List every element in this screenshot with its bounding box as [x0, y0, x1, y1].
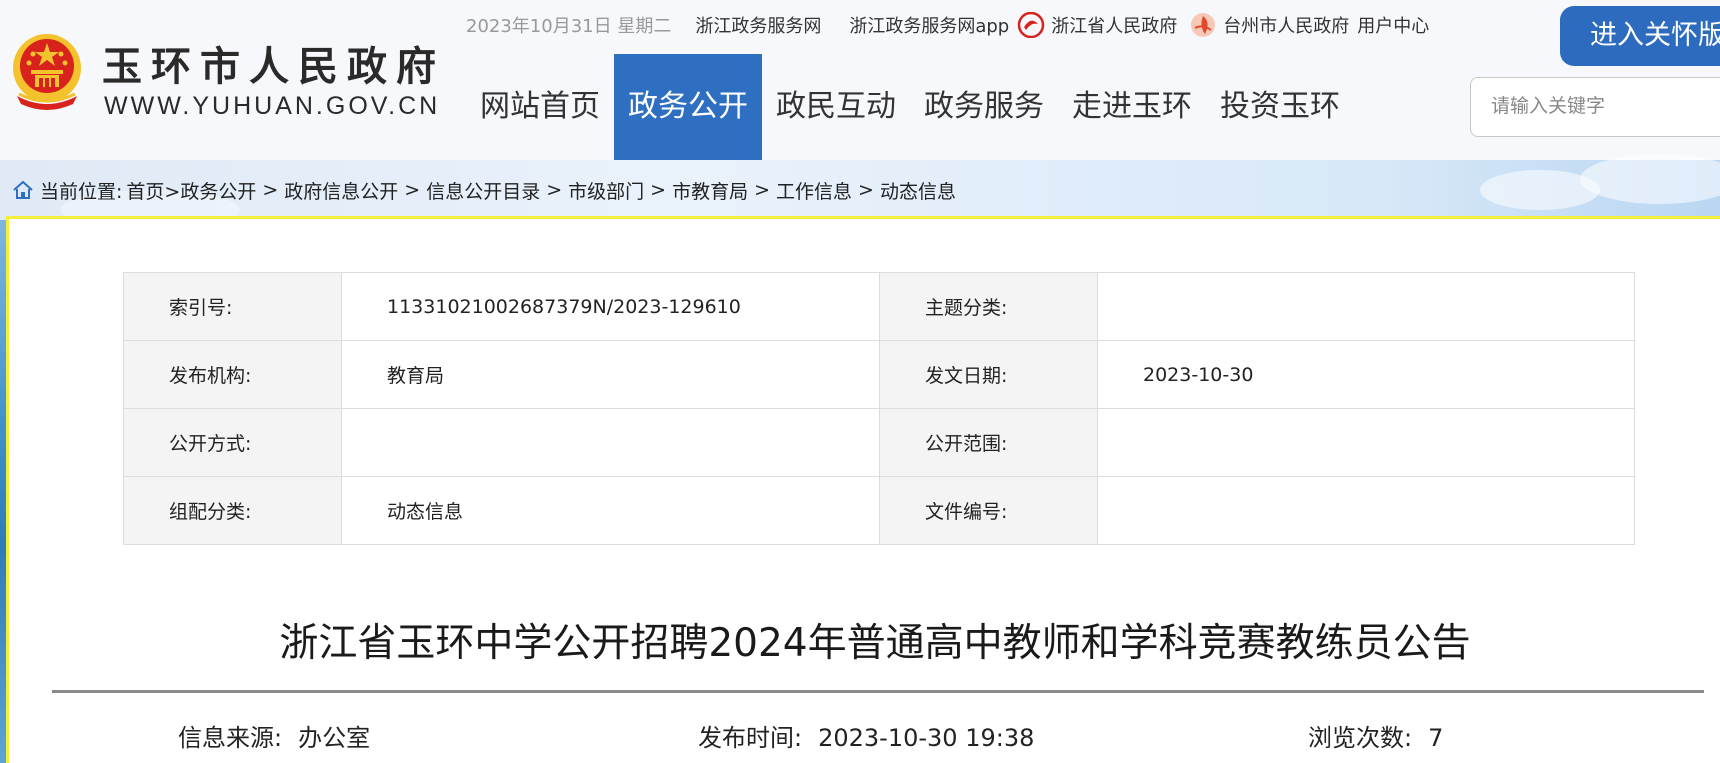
issue-date-label: 发文日期: — [879, 340, 1098, 409]
topic-value — [1097, 272, 1635, 341]
breadcrumb-separator: > — [262, 179, 279, 201]
info-publish-time: 发布时间: 2023-10-30 19:38 — [698, 718, 1034, 753]
care-mode-button[interactable]: 进入关怀版 — [1560, 6, 1720, 66]
info-source-value: 办公室 — [298, 724, 371, 752]
nav-gov-services[interactable]: 政务服务 — [910, 54, 1058, 160]
search-input[interactable] — [1470, 77, 1720, 137]
zhejiang-gov-logo-icon — [1017, 12, 1045, 38]
breadcrumb-label: 当前位置: — [40, 180, 123, 203]
breadcrumb-separator: > — [546, 179, 563, 201]
national-emblem-icon[interactable] — [9, 30, 85, 112]
tz-gov-link[interactable]: 台州市人民政府 — [1223, 12, 1349, 38]
breadcrumb-separator: > — [404, 179, 421, 201]
category-label: 组配分类: — [123, 476, 342, 545]
info-view-count: 浏览次数: 7 — [1308, 718, 1443, 753]
taizhou-gov-logo-icon — [1191, 13, 1216, 37]
open-scope-value — [1097, 408, 1635, 477]
breadcrumb-info-catalog[interactable]: 信息公开目录 — [426, 177, 540, 204]
nav-interaction[interactable]: 政民互动 — [762, 54, 910, 160]
nav-gov-affairs-open[interactable]: 政务公开 — [614, 54, 762, 160]
breadcrumb: 当前位置: 首页> 政务公开 > 政府信息公开 > 信息公开目录 > 市级部门 … — [12, 176, 956, 204]
table-row: 发布机构: 教育局 发文日期: 2023-10-30 — [123, 340, 1635, 409]
current-date: 2023年10月31日 星期二 — [466, 16, 672, 37]
main-nav: 网站首页 政务公开 政民互动 政务服务 走进玉环 投资玉环 — [466, 54, 1354, 160]
site-header: 玉环市人民政府 WWW.YUHUAN.GOV.CN 2023年10月31日 星期… — [0, 0, 1720, 160]
zj-service-app-link[interactable]: 浙江政务服务网app — [849, 12, 1009, 38]
breadcrumb-education-bureau[interactable]: 市教育局 — [672, 177, 748, 204]
info-time-label: 发布时间: — [698, 724, 803, 752]
open-method-label: 公开方式: — [123, 408, 342, 477]
table-row: 公开方式: 公开范围: — [123, 408, 1635, 477]
table-row: 索引号: 11331021002687379N/2023-129610 主题分类… — [123, 272, 1635, 341]
doc-no-label: 文件编号: — [879, 476, 1098, 545]
site-name[interactable]: 玉环市人民政府 — [102, 34, 445, 92]
breadcrumb-gov-info-open[interactable]: 政府信息公开 — [284, 177, 398, 204]
open-method-value — [341, 408, 880, 477]
zj-gov-link[interactable]: 浙江省人民政府 — [1051, 12, 1177, 38]
breadcrumb-separator: > — [858, 179, 874, 201]
topic-label: 主题分类: — [879, 272, 1098, 341]
breadcrumb-separator: > — [650, 179, 667, 201]
zj-service-link[interactable]: 浙江政务服务网 — [695, 12, 821, 38]
breadcrumb-dynamic-info[interactable]: 动态信息 — [880, 177, 956, 204]
publisher-value: 教育局 — [341, 340, 880, 409]
info-time-value: 2023-10-30 19:38 — [818, 724, 1035, 752]
site-domain: WWW.YUHUAN.GOV.CN — [104, 92, 441, 120]
index-no-value: 11331021002687379N/2023-129610 — [341, 272, 880, 341]
issue-date-value: 2023-10-30 — [1097, 340, 1635, 409]
document-meta-table: 索引号: 11331021002687379N/2023-129610 主题分类… — [123, 272, 1635, 545]
index-no-label: 索引号: — [123, 272, 342, 341]
nav-home[interactable]: 网站首页 — [466, 54, 614, 160]
category-value: 动态信息 — [341, 476, 880, 545]
info-views-value: 7 — [1428, 724, 1444, 752]
doc-no-value — [1097, 476, 1635, 545]
nav-about-yuhuan[interactable]: 走进玉环 — [1058, 54, 1206, 160]
info-source: 信息来源: 办公室 — [178, 718, 370, 753]
title-divider — [52, 690, 1704, 693]
nav-invest-yuhuan[interactable]: 投资玉环 — [1206, 54, 1354, 160]
info-source-label: 信息来源: — [178, 724, 283, 752]
breadcrumb-work-info[interactable]: 工作信息 — [776, 177, 852, 204]
table-row: 组配分类: 动态信息 文件编号: — [123, 476, 1635, 545]
breadcrumb-city-departments[interactable]: 市级部门 — [568, 177, 644, 204]
breadcrumb-separator: > — [754, 179, 771, 201]
top-bar: 2023年10月31日 星期二 浙江政务服务网 浙江政务服务网app 浙江省人民… — [466, 12, 1457, 38]
open-scope-label: 公开范围: — [879, 408, 1098, 477]
breadcrumb-home[interactable]: 首页> — [126, 177, 180, 204]
home-icon — [13, 180, 33, 199]
publisher-label: 发布机构: — [123, 340, 342, 409]
user-center-link[interactable]: 用户中心 — [1357, 12, 1429, 38]
breadcrumb-gov-affairs-open[interactable]: 政务公开 — [180, 177, 256, 204]
info-views-label: 浏览次数: — [1308, 724, 1413, 752]
article-title: 浙江省玉环中学公开招聘2024年普通高中教师和学科竞赛教练员公告 — [279, 621, 1471, 666]
